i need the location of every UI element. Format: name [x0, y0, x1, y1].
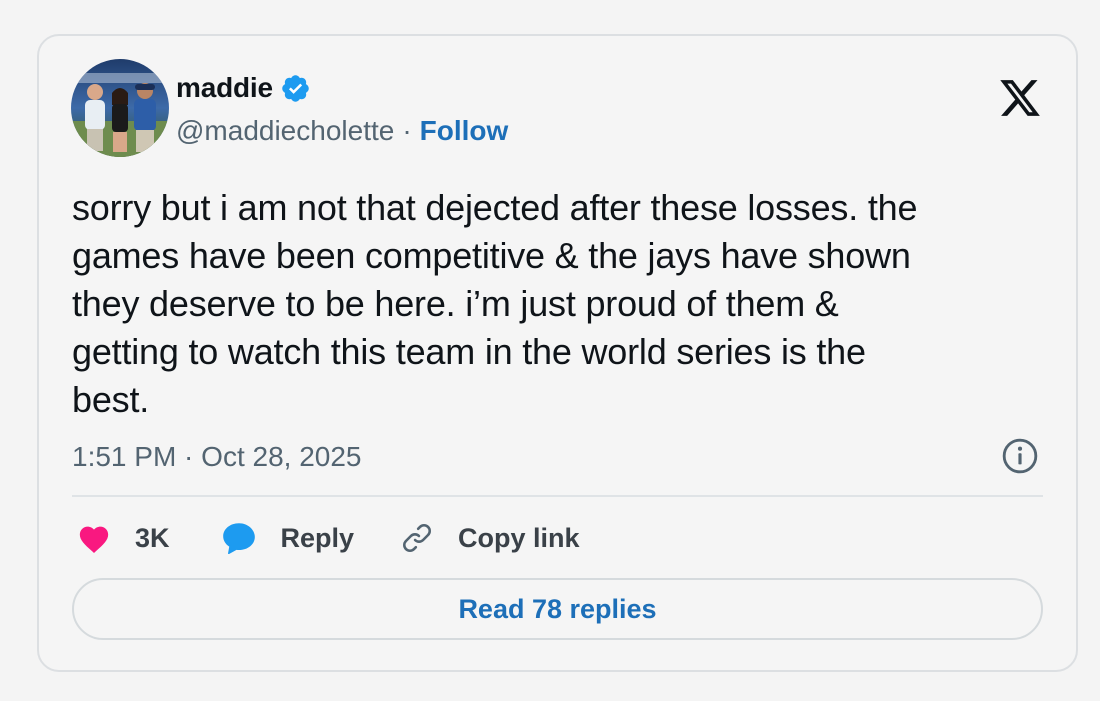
- author-name-row: maddie: [176, 70, 311, 106]
- author-name[interactable]: maddie: [176, 72, 273, 104]
- copy-link-button[interactable]: Copy link: [400, 521, 580, 555]
- info-icon[interactable]: [1001, 437, 1039, 475]
- x-logo-icon[interactable]: [998, 76, 1042, 120]
- tweet-text: sorry but i am not that dejected after t…: [72, 187, 918, 420]
- reply-label: Reply: [280, 522, 355, 553]
- speech-bubble-icon: [222, 523, 255, 555]
- heart-icon: [79, 526, 109, 554]
- read-replies-button[interactable]: Read 78 replies: [72, 578, 1043, 640]
- tweet-timestamp[interactable]: 1:51 PM · Oct 28, 2025: [72, 439, 362, 475]
- author-handle[interactable]: @maddiecholette: [176, 115, 394, 147]
- author-handle-row: @maddiecholette · Follow: [176, 114, 508, 148]
- tweet-embed-card: maddie @maddiecholette · Follow sorry bu…: [37, 34, 1078, 672]
- separator-dot: ·: [402, 115, 412, 146]
- divider: [72, 495, 1043, 497]
- link-icon: [403, 524, 431, 552]
- reply-button[interactable]: Reply: [221, 521, 355, 555]
- like-count: 3K: [135, 522, 170, 553]
- like-button[interactable]: 3K: [77, 522, 170, 554]
- follow-link[interactable]: Follow: [420, 115, 509, 147]
- avatar[interactable]: [71, 59, 169, 157]
- copy-link-label: Copy link: [458, 522, 580, 553]
- verified-badge-icon: [280, 73, 311, 104]
- action-bar: 3K Reply Copy link: [77, 517, 580, 559]
